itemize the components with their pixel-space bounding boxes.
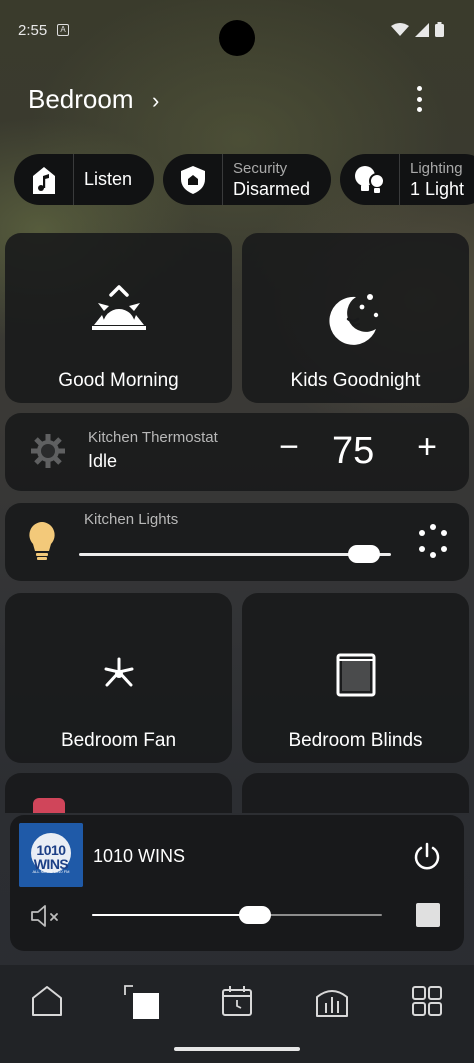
gear-sun-icon — [31, 434, 65, 468]
nav-schedule[interactable] — [217, 981, 257, 1021]
light-name: Kitchen Lights — [84, 511, 179, 528]
chevron-right-icon: › — [152, 88, 160, 113]
volume-slider-thumb[interactable] — [239, 906, 272, 924]
rooms-icon — [124, 985, 159, 1019]
status-time: 2:55 — [18, 22, 48, 39]
moon-stars-icon — [328, 294, 378, 345]
device-label: Bedroom Fan — [60, 730, 177, 751]
nav-analytics[interactable] — [312, 981, 352, 1021]
device-label: Bedroom Blinds — [288, 730, 423, 751]
thermostat-setpoint: 75 — [332, 430, 375, 472]
calendar-clock-icon — [222, 986, 252, 1016]
station-name: 1010 WINS — [93, 846, 186, 866]
room-title-text: Bedroom — [28, 84, 134, 114]
home-icon — [32, 986, 62, 1016]
device-tile-bedroom-blinds[interactable]: Bedroom Blinds — [242, 593, 469, 763]
chip-sublabel: Lighting — [410, 159, 463, 177]
thermostat-state: Idle — [88, 451, 118, 471]
more-options-button[interactable] — [404, 82, 434, 116]
nav-home[interactable] — [27, 981, 67, 1021]
lightbulb-icon — [29, 522, 55, 560]
volume-slider-fill — [92, 914, 256, 916]
nav-rooms[interactable] — [121, 981, 161, 1021]
scene-label: Good Morning — [58, 370, 179, 391]
station-logo[interactable]: 1010 WINS ALL NEWS 1010 FM — [19, 823, 83, 887]
nav-more[interactable] — [407, 981, 447, 1021]
battery-icon — [435, 22, 444, 37]
status-bar: 2:55 A — [0, 0, 474, 60]
analytics-icon — [316, 990, 348, 1017]
more-dot — [416, 107, 422, 112]
gesture-home-bar[interactable] — [174, 1047, 300, 1051]
brightness-slider-thumb[interactable] — [347, 545, 380, 563]
music-app-icon — [33, 798, 65, 813]
wifi-icon — [391, 22, 409, 36]
thermostat-name: Kitchen Thermostat — [88, 429, 218, 446]
stop-icon[interactable] — [416, 903, 440, 927]
chip-lighting[interactable]: Lighting 1 Light — [340, 154, 474, 205]
brightness-slider-track[interactable] — [79, 553, 391, 556]
thermostat-card — [5, 413, 469, 491]
chip-sublabel: Security — [233, 159, 288, 177]
sim-badge: A — [57, 24, 69, 36]
power-icon[interactable] — [413, 841, 441, 871]
scene-tile-kids-goodnight[interactable]: Kids Goodnight — [242, 233, 469, 403]
color-wheel-icon[interactable] — [416, 523, 450, 559]
scene-label: Kids Goodnight — [290, 370, 421, 391]
camera-cutout — [219, 20, 255, 56]
chip-label: Listen — [84, 169, 133, 189]
more-dot — [416, 86, 422, 91]
mute-icon[interactable] — [30, 903, 62, 929]
station-logo-subtext: ALL NEWS 1010 FM — [32, 869, 70, 874]
increase-temp-button[interactable]: + — [410, 430, 444, 464]
grid-icon — [412, 986, 442, 1016]
chip-security[interactable]: Security Disarmed — [163, 154, 331, 205]
ceiling-fan-icon — [104, 657, 133, 687]
chip-value: Disarmed — [233, 178, 311, 199]
partial-tile-left[interactable] — [5, 773, 232, 813]
scene-tile-good-morning[interactable]: Good Morning — [5, 233, 232, 403]
decrease-temp-button[interactable]: − — [272, 430, 306, 464]
sunrise-icon — [91, 285, 146, 330]
music-note-icon — [14, 154, 74, 205]
shield-home-icon — [163, 154, 223, 205]
device-tile-bedroom-fan[interactable]: Bedroom Fan — [5, 593, 232, 763]
media-player: 1010 WINS ALL NEWS 1010 FM 1010 WINS — [10, 815, 464, 951]
station-logo-text: 1010 WINS — [33, 842, 69, 872]
chip-listen[interactable]: Listen — [14, 154, 154, 205]
chip-value: 1 Light — [410, 178, 465, 199]
bulbs-icon — [340, 154, 400, 205]
window-blinds-icon — [336, 653, 375, 697]
signal-icon — [415, 22, 429, 37]
more-dot — [416, 96, 422, 102]
light-card — [5, 503, 469, 581]
partial-tile-right[interactable] — [242, 773, 469, 813]
